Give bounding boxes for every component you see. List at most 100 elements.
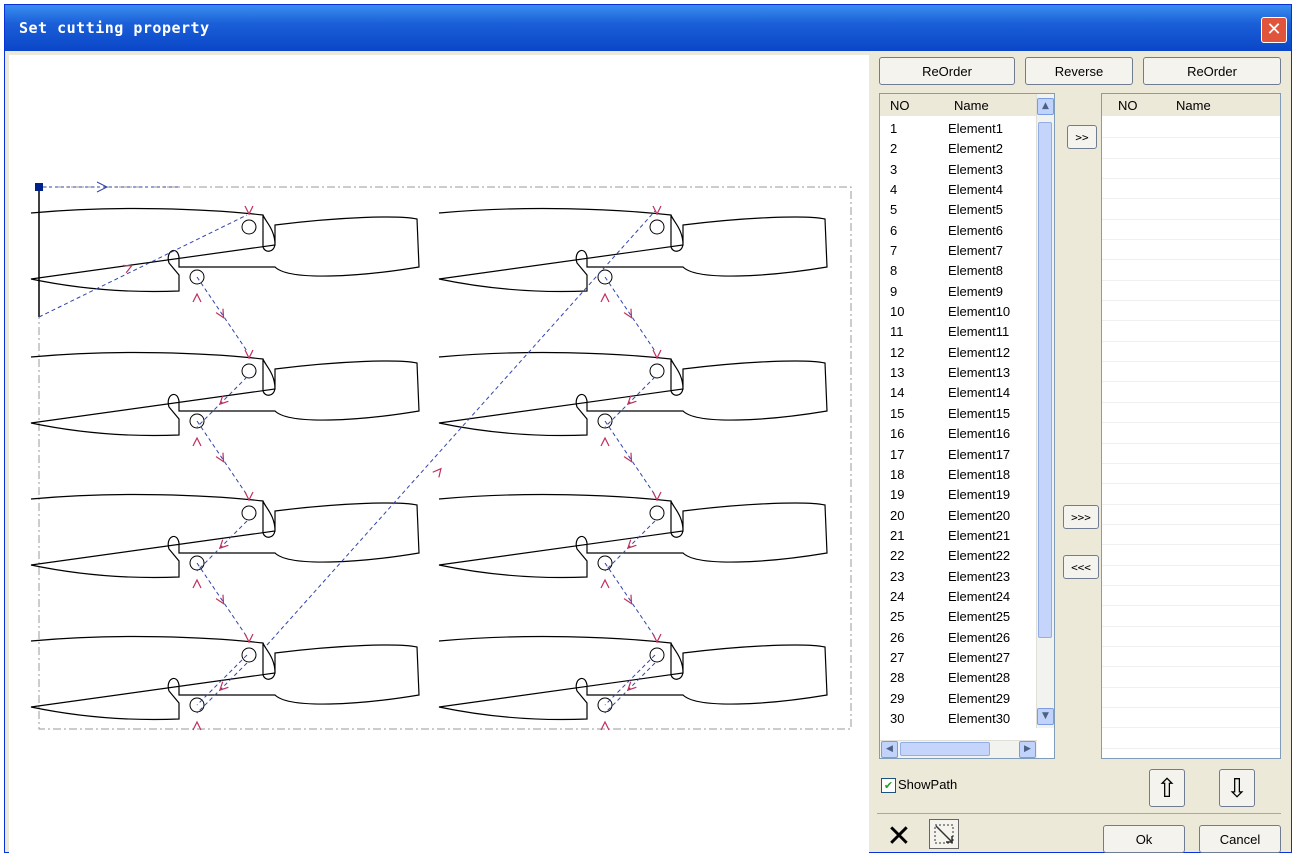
item-name: Element18 <box>948 466 1011 482</box>
cut-part[interactable] <box>30 635 420 721</box>
empty-row <box>1102 159 1280 180</box>
list-item[interactable]: 3 Element3 <box>880 159 1037 179</box>
travel-path <box>196 520 248 572</box>
move-all-left-button[interactable]: <<< <box>1063 555 1099 579</box>
empty-row <box>1102 708 1280 729</box>
close-icon[interactable]: ✕ <box>1261 17 1287 43</box>
list-item[interactable]: 30 Element30 <box>880 708 1037 728</box>
path-arrow <box>432 467 442 478</box>
list-item[interactable]: 24 Element24 <box>880 586 1037 606</box>
cut-part[interactable] <box>438 493 828 579</box>
list-item[interactable]: 21 Element21 <box>880 525 1037 545</box>
vertical-scrollbar[interactable]: ▲ ▼ <box>1036 94 1054 728</box>
arrow-down-icon[interactable]: ⇩ <box>1219 769 1255 807</box>
item-no: 1 <box>890 121 898 136</box>
item-name: Element24 <box>948 588 1011 604</box>
item-no: 23 <box>890 568 905 584</box>
item-name: Element7 <box>948 243 1003 259</box>
list-item[interactable]: 8 Element8 <box>880 260 1037 280</box>
list-item[interactable]: 22 Element22 <box>880 545 1037 565</box>
item-no: 13 <box>890 365 905 381</box>
left-list-rows: 1 Element1 2 Element2 3 Element3 4 Element4 5 Ele… <box>880 118 1037 728</box>
list-item[interactable]: 11 Element11 <box>880 321 1037 341</box>
cut-part[interactable] <box>438 635 828 721</box>
list-item[interactable]: 12 Element12 <box>880 342 1037 362</box>
list-item[interactable]: 13 Element13 <box>880 362 1037 382</box>
cancel-button[interactable]: Cancel <box>1199 825 1281 853</box>
cut-part[interactable] <box>438 351 828 437</box>
list-item[interactable]: 29 Element29 <box>880 688 1037 708</box>
list-item[interactable]: 17 Element17 <box>880 444 1037 464</box>
move-all-right-button[interactable]: >>> <box>1063 505 1099 529</box>
scroll-down-icon[interactable]: ▼ <box>1037 708 1054 725</box>
item-no: 4 <box>890 182 898 198</box>
list-item[interactable]: 23 Element23 <box>880 566 1037 586</box>
ok-button[interactable]: Ok <box>1103 825 1185 853</box>
item-no: 27 <box>890 649 905 665</box>
list-item[interactable]: 28 Element28 <box>880 667 1037 687</box>
path-arrow <box>600 436 610 447</box>
scroll-up-icon[interactable]: ▲ <box>1037 98 1054 115</box>
left-list-header: NO Name <box>880 94 1054 116</box>
item-no: 12 <box>890 344 905 360</box>
element-list-left[interactable]: NO Name 1 Element1 2 Element2 3 Element3 4 Elem… <box>879 93 1055 759</box>
list-item[interactable]: 10 Element10 <box>880 301 1037 321</box>
arrow-up-icon[interactable]: ⇧ <box>1149 769 1185 807</box>
list-item[interactable]: 6 Element6 <box>880 220 1037 240</box>
item-name: Element23 <box>948 568 1011 584</box>
move-selected-right-button[interactable]: >> <box>1067 125 1097 149</box>
empty-row <box>1102 545 1280 566</box>
list-item[interactable]: 16 Element16 <box>880 423 1037 443</box>
empty-row <box>1102 403 1280 424</box>
list-item[interactable]: 27 Element27 <box>880 647 1037 667</box>
empty-row <box>1102 362 1280 383</box>
horizontal-scrollbar[interactable]: ◀ ▶ <box>880 740 1037 758</box>
list-item[interactable]: 15 Element15 <box>880 403 1037 423</box>
path-arrow <box>192 436 202 447</box>
show-path-checkbox[interactable]: ✔ ShowPath <box>881 777 991 795</box>
item-no: 25 <box>890 609 905 625</box>
item-name: Element8 <box>948 263 1003 279</box>
list-item[interactable]: 9 Element9 <box>880 281 1037 301</box>
reorder-right-button[interactable]: ReOrder <box>1143 57 1281 85</box>
select-box-icon[interactable] <box>929 819 959 849</box>
right-list-rows <box>1102 118 1280 749</box>
empty-row <box>1102 444 1280 464</box>
empty-row <box>1102 525 1280 546</box>
list-item[interactable]: 7 Element7 <box>880 240 1037 260</box>
travel-path <box>38 214 248 318</box>
cut-part[interactable] <box>438 207 828 293</box>
item-no: 11 <box>890 324 904 340</box>
list-item[interactable]: 4 Element4 <box>880 179 1037 199</box>
list-item[interactable]: 18 Element18 <box>880 464 1037 484</box>
list-item[interactable]: 1 Element1 <box>880 118 1037 138</box>
list-item[interactable]: 20 Element20 <box>880 505 1037 525</box>
cut-part[interactable] <box>30 207 420 293</box>
h-scrollbar-thumb[interactable] <box>900 742 990 756</box>
reverse-button[interactable]: Reverse <box>1025 57 1133 85</box>
list-item[interactable]: 25 Element25 <box>880 606 1037 626</box>
item-no: 29 <box>890 690 905 706</box>
title-bar[interactable]: Set cutting property ✕ <box>5 5 1291 51</box>
list-item[interactable]: 5 Element5 <box>880 199 1037 219</box>
cut-part[interactable] <box>30 493 420 579</box>
scroll-left-icon[interactable]: ◀ <box>881 741 898 758</box>
list-item[interactable]: 14 Element14 <box>880 382 1037 402</box>
cutting-preview-canvas[interactable] <box>9 55 869 853</box>
reorder-left-button[interactable]: ReOrder <box>879 57 1015 85</box>
divider <box>877 813 1281 814</box>
list-item[interactable]: 19 Element19 <box>880 484 1037 504</box>
list-item[interactable]: 2 Element2 <box>880 138 1037 158</box>
cut-part[interactable] <box>30 351 420 437</box>
travel-path <box>604 662 656 714</box>
empty-row <box>1102 179 1280 200</box>
scrollbar-thumb[interactable] <box>1038 122 1052 638</box>
item-name: Element19 <box>948 487 1011 503</box>
item-no: 15 <box>890 405 905 421</box>
list-item[interactable]: 26 Element26 <box>880 627 1037 647</box>
delete-x-icon[interactable]: ✕ <box>885 822 913 852</box>
scroll-right-icon[interactable]: ▶ <box>1019 741 1036 758</box>
checkbox-check-icon[interactable]: ✔ <box>881 778 896 793</box>
item-name: Element2 <box>948 141 1003 157</box>
element-list-right[interactable]: NO Name <box>1101 93 1281 759</box>
